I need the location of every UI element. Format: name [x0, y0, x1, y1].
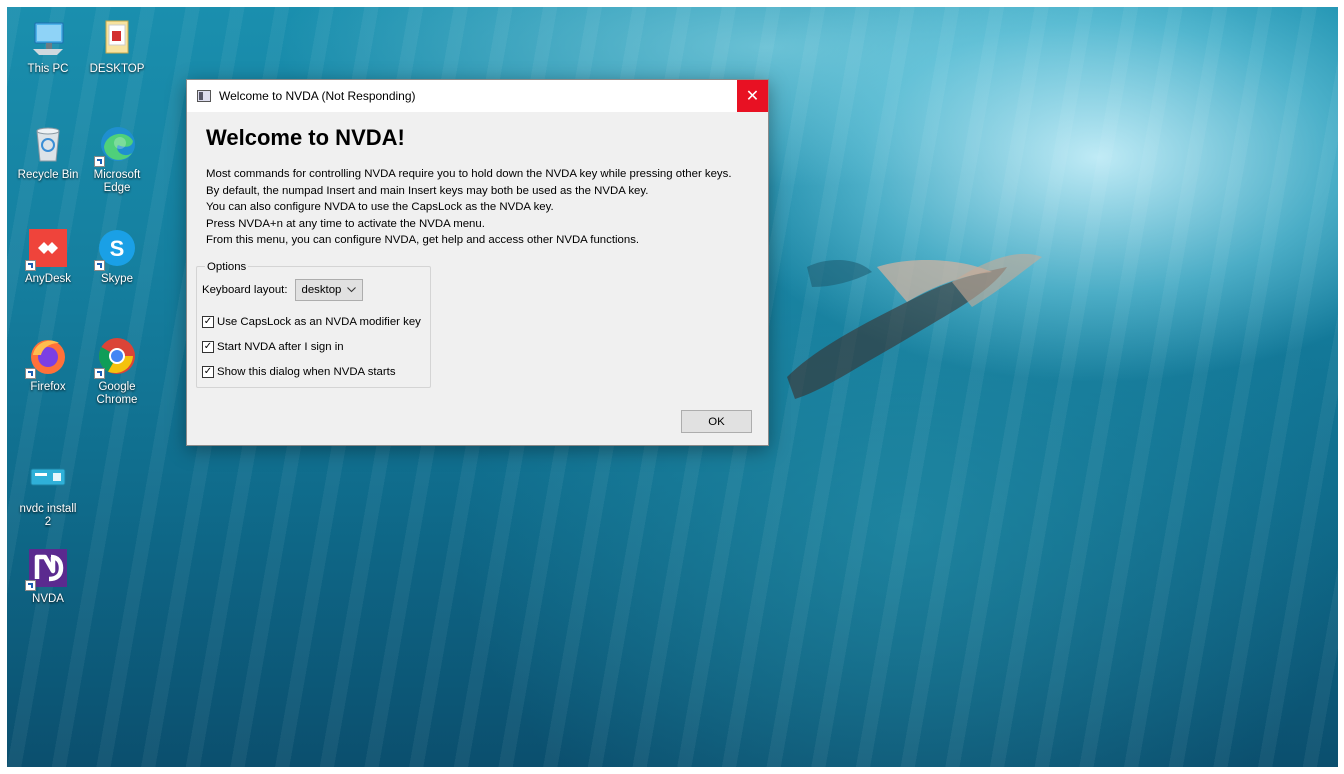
shortcut-arrow-icon: [94, 368, 105, 379]
ok-button[interactable]: OK: [681, 410, 752, 433]
desktop-icon-nvda[interactable]: NVDA: [15, 547, 81, 606]
dialog-titlebar[interactable]: Welcome to NVDA (Not Responding) ✕: [187, 80, 768, 112]
edge-icon: [94, 123, 138, 167]
desktop-icon-nvdc-install-2[interactable]: nvdc install 2: [15, 457, 81, 529]
capslock-modifier-checkbox-row[interactable]: ✓ Use CapsLock as an NVDA modifier key: [202, 316, 421, 328]
shortcut-arrow-icon: [25, 368, 36, 379]
welcome-dialog: Welcome to NVDA (Not Responding) ✕ Welco…: [186, 79, 769, 446]
computer-icon: [27, 17, 69, 59]
welcome-message: Most commands for controlling NVDA requi…: [206, 166, 766, 249]
checkbox-label: Start NVDA after I sign in: [217, 341, 344, 353]
show-dialog-checkbox-row[interactable]: ✓ Show this dialog when NVDA starts: [202, 366, 396, 378]
welcome-paragraph: Press NVDA+n at any time to activate the…: [206, 217, 485, 230]
capslock-modifier-checkbox[interactable]: ✓: [202, 316, 214, 328]
welcome-heading: Welcome to NVDA!: [206, 125, 405, 150]
nvda-icon: [25, 547, 69, 591]
desktop-icon-label: Skype: [101, 273, 133, 285]
keyboard-layout-label: Keyboard layout:: [202, 284, 288, 296]
dialog-title: Welcome to NVDA (Not Responding): [219, 89, 416, 103]
firefox-icon: [25, 335, 69, 379]
start-after-signin-checkbox[interactable]: ✓: [202, 341, 214, 353]
desktop-icon-skype[interactable]: S Skype: [84, 227, 150, 286]
recycle-bin-icon: [27, 123, 69, 165]
desktop-icon-label: AnyDesk: [24, 273, 72, 285]
desktop-icon-microsoft-edge[interactable]: Microsoft Edge: [84, 123, 150, 195]
desktop-icon-desktop-folder[interactable]: DESKTOP: [84, 17, 150, 76]
options-group: Options Keyboard layout: desktop ✓ Use C…: [196, 261, 431, 388]
keyboard-layout-row: Keyboard layout: desktop: [202, 279, 363, 301]
welcome-paragraph: You can also configure NVDA to use the C…: [206, 201, 554, 213]
chevron-down-icon: [346, 285, 356, 296]
skype-icon: S: [94, 227, 138, 271]
close-icon: ✕: [745, 88, 760, 105]
start-after-signin-checkbox-row[interactable]: ✓ Start NVDA after I sign in: [202, 341, 344, 353]
desktop-icon-google-chrome[interactable]: Google Chrome: [84, 335, 150, 407]
desktop-icon-this-pc[interactable]: This PC: [15, 17, 81, 76]
shortcut-arrow-icon: [25, 260, 36, 271]
installer-icon: [27, 457, 69, 499]
desktop-icon-label: Google Chrome: [96, 381, 138, 406]
diver-image: [787, 253, 1042, 399]
folder-icon: [96, 17, 138, 59]
desktop-icon-label: Recycle Bin: [17, 169, 79, 181]
desktop-icon-recycle-bin[interactable]: Recycle Bin: [15, 123, 81, 182]
keyboard-layout-value: desktop: [301, 284, 342, 296]
desktop-icon-anydesk[interactable]: AnyDesk: [15, 227, 81, 286]
desktop-icon-label: DESKTOP: [89, 63, 145, 75]
anydesk-icon: [25, 227, 69, 271]
desktop-icon-label: Firefox: [30, 381, 66, 393]
welcome-paragraph: By default, the numpad Insert and main I…: [206, 184, 649, 197]
nvda-window-icon: [197, 90, 211, 102]
close-button[interactable]: ✕: [737, 80, 768, 112]
desktop-icon-firefox[interactable]: Firefox: [15, 335, 81, 394]
desktop-icon-label: NVDA: [32, 593, 64, 605]
checkbox-label: Show this dialog when NVDA starts: [217, 366, 396, 378]
desktop-icon-label: This PC: [27, 63, 69, 75]
options-legend: Options: [205, 261, 249, 273]
svg-text:S: S: [110, 236, 125, 261]
welcome-paragraph: Most commands for controlling NVDA requi…: [206, 168, 732, 180]
chrome-icon: [94, 335, 138, 379]
desktop-icon-label: nvdc install 2: [19, 503, 77, 528]
shortcut-arrow-icon: [94, 156, 105, 167]
show-dialog-checkbox[interactable]: ✓: [202, 366, 214, 378]
desktop-icon-label: Microsoft Edge: [93, 169, 141, 194]
welcome-paragraph: From this menu, you can configure NVDA, …: [206, 234, 640, 246]
keyboard-layout-select[interactable]: desktop: [294, 279, 363, 301]
checkbox-label: Use CapsLock as an NVDA modifier key: [217, 316, 421, 328]
shortcut-arrow-icon: [25, 580, 36, 591]
shortcut-arrow-icon: [94, 260, 105, 271]
